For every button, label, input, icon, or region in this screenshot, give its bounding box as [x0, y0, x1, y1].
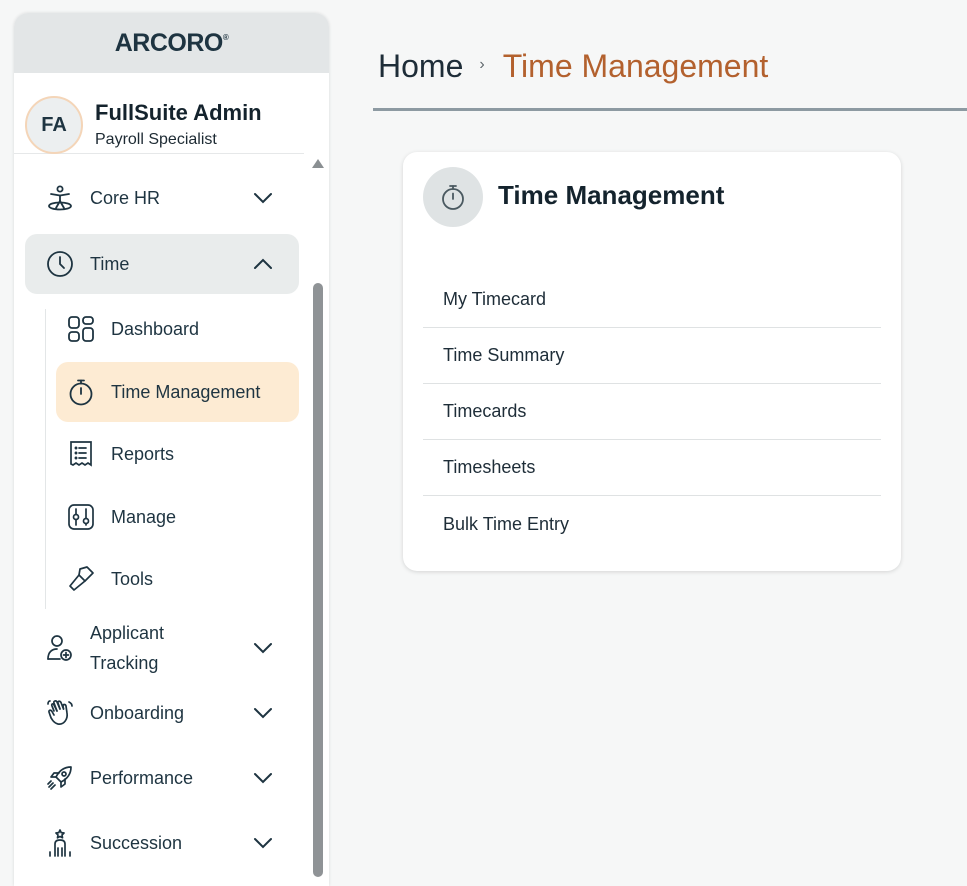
chevron-down-icon[interactable]: [252, 702, 274, 724]
chevron-down-icon[interactable]: [252, 767, 274, 789]
sub-item-time-management[interactable]: Time Management: [56, 362, 299, 422]
link-timecards[interactable]: Timecards: [423, 384, 881, 440]
link-time-summary[interactable]: Time Summary: [423, 328, 881, 384]
link-bulk-time-entry[interactable]: Bulk Time Entry: [423, 496, 881, 552]
nav-label: Onboarding: [90, 703, 185, 723]
link-timesheets[interactable]: Timesheets: [423, 440, 881, 496]
sub-item-tools[interactable]: Tools: [56, 549, 299, 609]
accessibility-person-icon: [45, 183, 75, 213]
nav-label: Time: [90, 254, 130, 274]
scrollbar-thumb[interactable]: [313, 283, 323, 877]
user-name: FullSuite Admin: [95, 100, 262, 125]
submenu-guide-line: [45, 309, 46, 609]
sliders-icon: [66, 502, 96, 532]
nav-item-succession[interactable]: Succession: [25, 813, 299, 873]
sub-item-label: Time Management: [111, 381, 261, 402]
breadcrumb: Home › Time Management: [378, 48, 768, 85]
nav-item-time[interactable]: Time: [25, 234, 299, 294]
chevron-down-icon[interactable]: [252, 832, 274, 854]
time-management-card: Time Management My Timecard Time Summary…: [403, 152, 901, 571]
card-link-list: My Timecard Time Summary Timecards Times…: [423, 272, 881, 552]
sub-item-dashboard[interactable]: Dashboard: [56, 299, 299, 359]
scroll-up-arrow[interactable]: [312, 159, 324, 168]
arcoro-logo[interactable]: ARCORO®: [115, 29, 229, 58]
nav-label: Applicant Tracking: [90, 618, 164, 678]
nav-item-core-hr[interactable]: Core HR: [25, 168, 299, 228]
logo-bar: ARCORO®: [14, 13, 329, 73]
person-star-icon: [45, 828, 75, 858]
sub-item-label: Dashboard: [111, 318, 200, 339]
waving-hand-icon: [45, 698, 75, 728]
avatar[interactable]: FA: [25, 96, 83, 154]
hammer-icon: [66, 564, 96, 594]
user-role: Payroll Specialist: [95, 131, 217, 148]
clock-icon: [45, 249, 75, 279]
header-divider: [373, 108, 967, 111]
nav-label-line2: Tracking: [90, 653, 159, 673]
sub-item-reports[interactable]: Reports: [56, 424, 299, 484]
sub-item-label: Reports: [111, 443, 175, 464]
nav-label: Succession: [90, 833, 183, 853]
nav-label-line1: Applicant: [90, 623, 165, 643]
sub-item-label: Manage: [111, 506, 177, 527]
card-title: Time Management: [498, 180, 725, 210]
stopwatch-icon: [423, 167, 483, 227]
breadcrumb-home[interactable]: Home: [378, 48, 463, 85]
stopwatch-icon: [66, 377, 96, 407]
nav-item-onboarding[interactable]: Onboarding: [25, 683, 299, 743]
nav-item-applicant-tracking[interactable]: Applicant Tracking: [25, 618, 299, 678]
sidebar: ARCORO® FA FullSuite Admin Payroll Speci…: [14, 13, 329, 886]
breadcrumb-current: Time Management: [502, 48, 769, 84]
chevron-up-icon[interactable]: [252, 253, 274, 275]
person-add-icon: [45, 633, 75, 663]
sub-item-label: Tools: [111, 568, 154, 589]
nav-label: Core HR: [90, 188, 161, 208]
report-list-icon: [66, 439, 96, 469]
sub-item-manage[interactable]: Manage: [56, 487, 299, 547]
nav-item-performance[interactable]: Performance: [25, 748, 299, 808]
breadcrumb-separator: ›: [479, 55, 485, 73]
chevron-down-icon[interactable]: [252, 637, 274, 659]
rocket-icon: [45, 763, 75, 793]
nav-label: Performance: [90, 768, 194, 788]
link-my-timecard[interactable]: My Timecard: [423, 272, 881, 328]
user-profile[interactable]: FA FullSuite Admin Payroll Specialist: [14, 73, 304, 154]
dashboard-grid-icon: [66, 314, 96, 344]
chevron-down-icon[interactable]: [252, 187, 274, 209]
